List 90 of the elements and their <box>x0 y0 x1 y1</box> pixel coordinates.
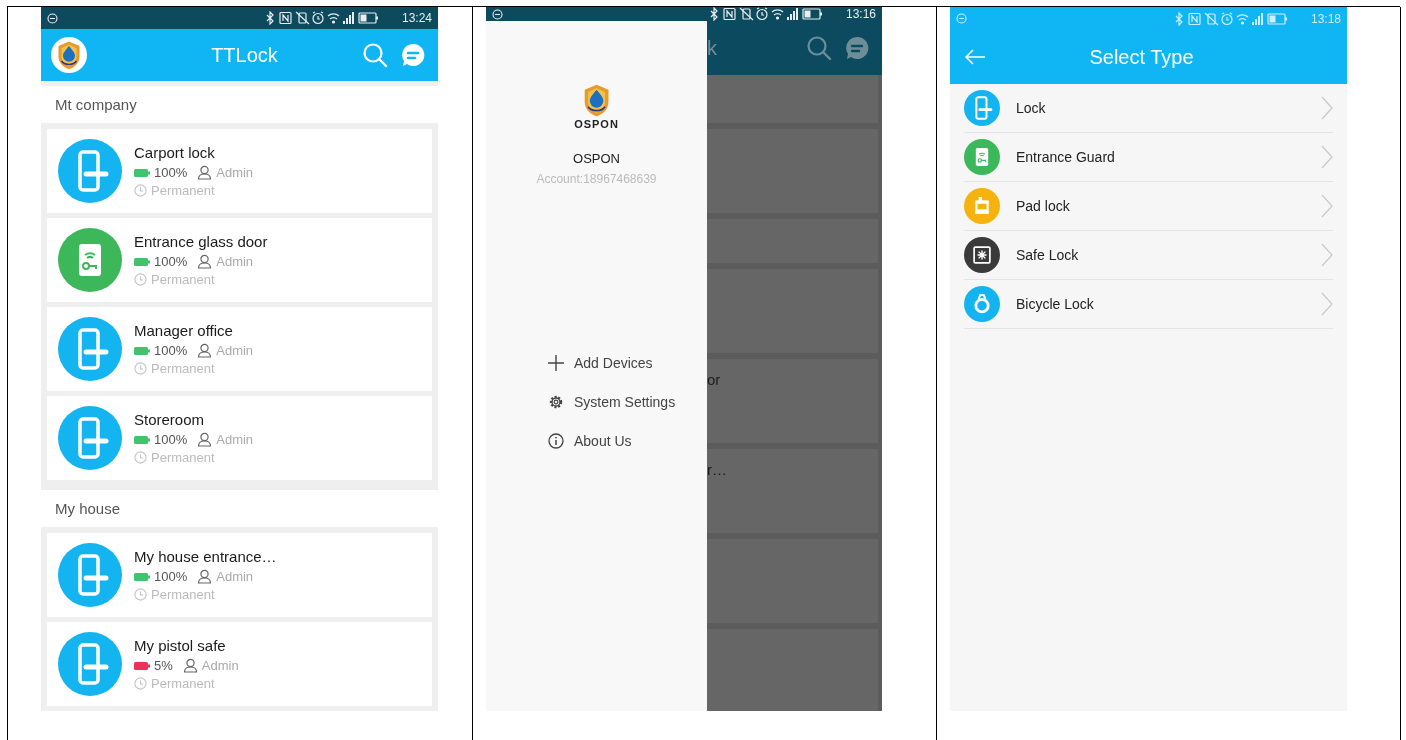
lock-type-item[interactable]: Lock <box>964 84 1333 133</box>
user-role: Admin <box>216 569 254 584</box>
user-icon <box>197 254 213 270</box>
lock-type-label: Bicycle Lock <box>1016 296 1095 312</box>
user-role: Admin <box>216 343 254 359</box>
menu-item[interactable]: System Settings <box>548 385 676 419</box>
battery-level: 100% <box>154 343 188 359</box>
device-name-fragment: r… <box>707 461 727 478</box>
clock-icon <box>134 184 147 198</box>
door-lock-icon <box>58 543 122 607</box>
device-name-fragment: or <box>707 371 721 388</box>
user-icon <box>197 165 213 181</box>
door-lock-icon <box>58 406 122 471</box>
menu-item[interactable]: About Us <box>548 424 676 458</box>
device-card[interactable]: Manager office 100% Admin Permanent <box>47 307 432 392</box>
logo-wordmark: OSPON <box>574 118 619 130</box>
group-header: My house <box>41 490 438 527</box>
validity-period: Permanent <box>151 450 215 466</box>
lock-type-label: Safe Lock <box>1016 247 1080 263</box>
battery-level: 100% <box>154 165 188 181</box>
validity-period: Permanent <box>151 587 215 602</box>
device-card[interactable]: Entrance glass door 100% Admin Permanent <box>47 218 432 303</box>
device-name: Entrance glass door <box>134 233 268 251</box>
device-card[interactable]: Carport lock 100% Admin Permanent <box>47 129 432 214</box>
plus-icon <box>548 355 564 371</box>
message-icon[interactable] <box>400 42 426 69</box>
lock-type-item[interactable]: Safe Lock <box>964 231 1333 280</box>
device-name: My pistol safe <box>134 637 227 654</box>
lock-type-item[interactable]: Pad lock <box>964 182 1333 231</box>
info-icon <box>548 433 564 449</box>
shield-logo-icon <box>57 40 81 71</box>
battery-level: 100% <box>154 569 188 584</box>
chevron-right-icon <box>1321 145 1333 169</box>
user-role: Admin <box>216 254 254 270</box>
chevron-right-icon <box>1321 243 1333 267</box>
settings-icon <box>548 394 564 410</box>
lock-type-label: Lock <box>1016 100 1047 116</box>
door-lock-icon <box>58 317 122 382</box>
user-role: Admin <box>201 658 239 673</box>
clock-icon <box>134 588 147 601</box>
device-name: Storeroom <box>134 411 206 429</box>
lock-type-label: Pad lock <box>1016 198 1071 214</box>
clock-time: 13:18 <box>1310 11 1341 26</box>
user-role: Admin <box>216 432 254 448</box>
user-icon <box>182 658 198 673</box>
validity-period: Permanent <box>151 272 215 288</box>
screen-title: Select Type <box>1088 45 1195 69</box>
user-icon <box>197 569 213 584</box>
chevron-right-icon <box>1321 96 1333 120</box>
search-icon[interactable] <box>362 42 388 69</box>
device-name: Carport lock <box>134 144 216 162</box>
clock-icon <box>134 273 147 287</box>
validity-period: Permanent <box>151 361 215 377</box>
clock-time: 13:24 <box>401 11 432 26</box>
validity-period: Permanent <box>151 183 215 199</box>
validity-period: Permanent <box>151 676 215 691</box>
door-lock-icon <box>58 632 122 696</box>
back-arrow-icon[interactable] <box>964 49 986 65</box>
user-role: Admin <box>216 165 254 181</box>
battery-level: 100% <box>154 254 188 270</box>
device-card[interactable]: My pistol safe 5% Admin Permanent <box>47 622 432 706</box>
app-title-fragment: k <box>707 36 718 60</box>
clock-time: 13:16 <box>845 7 876 21</box>
device-name: Manager office <box>134 322 234 340</box>
lock-type-item[interactable]: Bicycle Lock <box>964 280 1333 329</box>
chevron-right-icon <box>1321 292 1333 316</box>
clock-icon <box>134 451 147 465</box>
battery-level: 100% <box>154 432 188 448</box>
lock-type-item[interactable]: Entrance Guard <box>964 133 1333 182</box>
device-name: My house entrance… <box>134 548 277 565</box>
clock-icon <box>134 362 147 376</box>
door-lock-icon <box>58 139 122 204</box>
user-icon <box>197 343 213 359</box>
message-icon <box>844 35 870 61</box>
app-title: TTLock <box>210 43 279 67</box>
search-icon <box>806 35 832 61</box>
chevron-right-icon <box>1321 194 1333 218</box>
access-card-icon <box>58 228 122 293</box>
group-header: Mt company <box>41 86 438 124</box>
user-icon <box>197 432 213 448</box>
account-name: OSPON <box>573 151 620 166</box>
avatar-button[interactable] <box>51 37 87 74</box>
account-number: Account:18967468639 <box>536 172 657 186</box>
device-card[interactable]: Storeroom 100% Admin Permanent <box>47 396 432 481</box>
clock-icon <box>134 677 147 690</box>
shield-logo-icon <box>582 83 611 117</box>
device-card[interactable]: My house entrance… 100% Admin Permanent <box>47 533 432 617</box>
lock-type-label: Entrance Guard <box>1016 149 1116 165</box>
menu-item[interactable]: Add Devices <box>548 346 676 380</box>
battery-level: 5% <box>154 658 173 673</box>
